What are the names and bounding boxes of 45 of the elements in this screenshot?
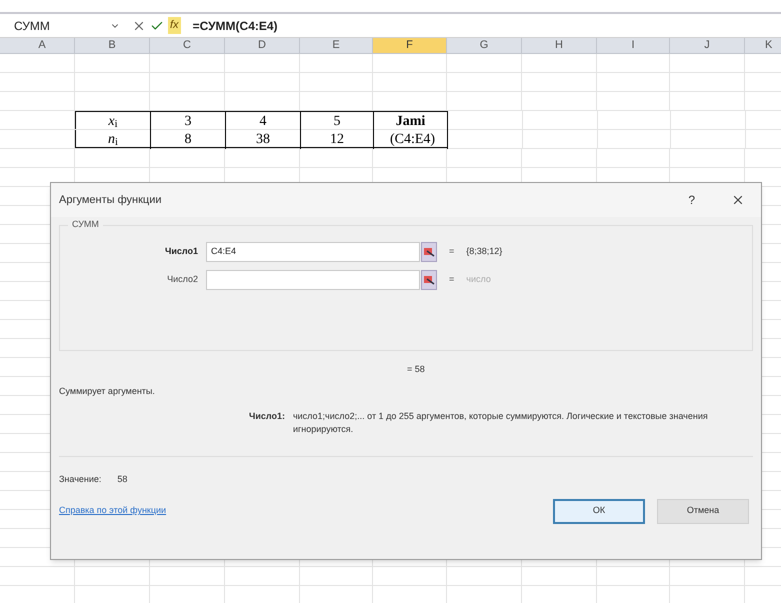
table-cell: 5	[334, 114, 340, 128]
column-header[interactable]: G	[447, 38, 522, 53]
column-header[interactable]: D	[225, 38, 300, 53]
column-header[interactable]: B	[75, 38, 150, 53]
close-icon[interactable]	[731, 193, 745, 207]
table-cell: Jami	[396, 114, 426, 128]
help-link[interactable]: Справка по этой функции	[59, 504, 541, 518]
column-header[interactable]: C	[150, 38, 225, 53]
argument-label: Число2	[166, 273, 199, 286]
table-cell: 8	[184, 132, 192, 146]
column-header[interactable]: J	[670, 38, 745, 53]
value-text: 58	[117, 473, 128, 486]
argument-result: число	[466, 273, 491, 286]
dialog-button[interactable]: Отмена	[657, 498, 749, 524]
argument-field[interactable]: C4:E4	[206, 242, 420, 262]
function-description: Суммирует аргументы.	[59, 384, 156, 398]
formula-result: = 58	[407, 363, 426, 376]
formula-field[interactable]: =СУММ(C4:E4)	[192, 16, 278, 34]
dialog-button[interactable]: ОК	[553, 498, 645, 524]
argument-help-label: Число1:	[249, 410, 285, 423]
argument-label: Число1	[164, 245, 199, 258]
table-cell: 12	[330, 132, 344, 146]
column-header[interactable]: F	[373, 38, 447, 53]
column-header[interactable]: H	[522, 38, 597, 53]
argument-result: {8;38;12}	[466, 245, 502, 258]
argument-field[interactable]	[206, 270, 420, 290]
table-cell: 38	[256, 132, 270, 146]
table-cell: n$_{i}$	[108, 132, 118, 146]
dialog-title: Аргументы функции	[59, 192, 163, 208]
column-header[interactable]: I	[597, 38, 670, 53]
table-cell: 4	[260, 114, 266, 128]
collapse-dialog-icon[interactable]	[421, 270, 437, 290]
equals-sign: =	[449, 245, 454, 258]
insert-function-button[interactable]: fx	[168, 17, 181, 34]
collapse-dialog-icon[interactable]	[421, 242, 437, 262]
table-cell: x$_{i}$	[108, 114, 118, 128]
column-header[interactable]: A	[10, 38, 75, 53]
table-cell: 3	[184, 114, 192, 128]
table-cell-text: (C4:E4)	[388, 132, 436, 146]
equals-sign: =	[449, 273, 454, 286]
name-box[interactable]: СУММ	[10, 16, 110, 34]
help-button[interactable]: ?	[688, 191, 695, 209]
argument-help-text: число1;число2;... от 1 до 255 аргументов, которые суммируются. Логические и текстовые значения игнорируются.	[292, 410, 709, 436]
column-header[interactable]: K	[745, 38, 781, 53]
value-label: Значение:	[59, 473, 102, 486]
